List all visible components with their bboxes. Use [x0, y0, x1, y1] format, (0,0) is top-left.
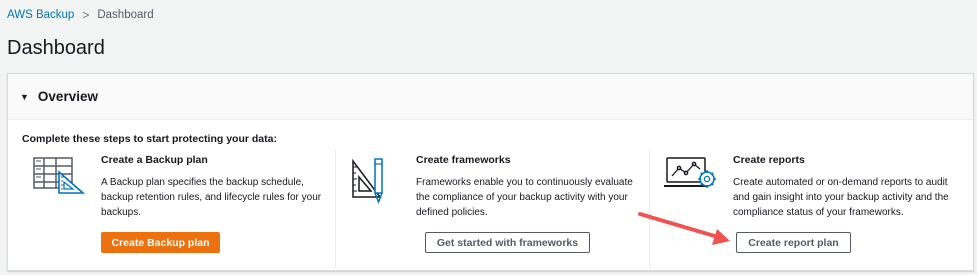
step-create-backup-plan: Create a Backup plan A Backup plan speci…: [22, 150, 328, 268]
overview-panel: ▼ Overview Complete these steps to start…: [7, 73, 974, 271]
step-description: Create automated or on-demand reports to…: [733, 177, 949, 218]
get-started-frameworks-button[interactable]: Get started with frameworks: [425, 232, 590, 253]
overview-title: Overview: [37, 89, 98, 104]
overview-toggle[interactable]: ▼ Overview: [8, 74, 973, 120]
create-report-plan-button[interactable]: Create report plan: [736, 232, 851, 253]
frameworks-ruler-pencil-icon: [350, 155, 394, 214]
reports-chart-gear-icon: [664, 155, 718, 200]
chevron-right-icon: >: [82, 8, 90, 22]
step-create-frameworks: Create frameworks Frameworks enable you …: [335, 150, 641, 268]
backup-plan-blueprint-icon: [32, 155, 90, 202]
breadcrumb-current: Dashboard: [97, 9, 154, 21]
overview-intro: Complete these steps to start protecting…: [22, 133, 277, 145]
step-title: Create reports: [733, 154, 805, 166]
breadcrumb-link-aws-backup[interactable]: AWS Backup: [7, 9, 74, 21]
create-backup-plan-button[interactable]: Create Backup plan: [101, 232, 220, 253]
breadcrumb: AWS Backup > Dashboard: [7, 9, 154, 21]
step-body: Create frameworks Frameworks enable you …: [416, 154, 638, 220]
step-description: A Backup plan specifies the backup sched…: [101, 177, 322, 218]
step-title: Create frameworks: [416, 154, 511, 166]
step-title: Create a Backup plan: [101, 154, 208, 166]
caret-down-icon: ▼: [20, 91, 29, 102]
step-description: Frameworks enable you to continuously ev…: [416, 177, 633, 218]
step-body: Create a Backup plan A Backup plan speci…: [101, 154, 329, 220]
step-body: Create reports Create automated or on-de…: [733, 154, 961, 220]
page-title: Dashboard: [7, 37, 105, 59]
annotation-arrow-icon: [638, 212, 730, 245]
